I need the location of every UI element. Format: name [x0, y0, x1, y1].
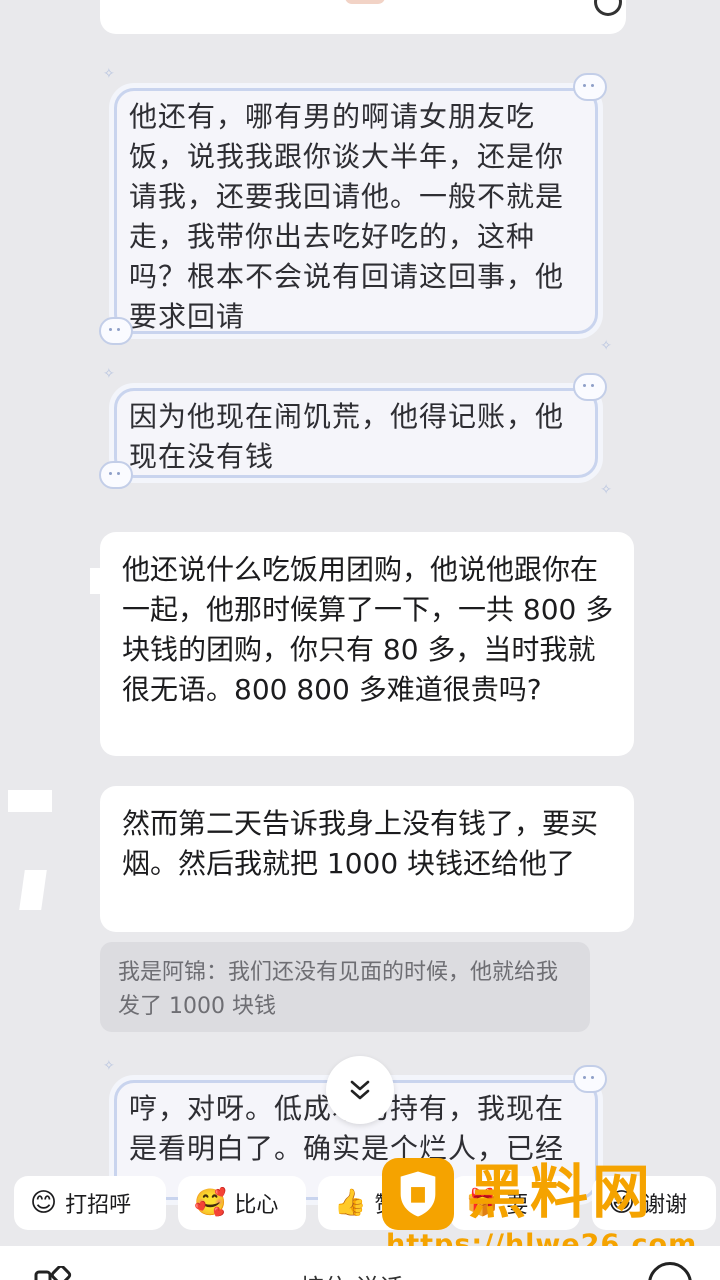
smile-emoji-icon: 😊 — [30, 1188, 58, 1218]
message-bubble-cloud[interactable]: ✧ ✧ 因为他现在闹饥荒，他得记账，他现在没有钱 — [99, 367, 612, 497]
quick-reply-greet[interactable]: 😊 打招呼 — [14, 1176, 166, 1230]
image-artifact — [19, 870, 47, 910]
message-bubble-cloud[interactable]: ✧ ✧ 他还有，哪有男的啊请女朋友吃饭，说我我跟你谈大半年，还是你请我，还要我回… — [99, 67, 612, 353]
cloud-deco-icon — [99, 317, 133, 345]
cloud-deco-icon — [573, 1065, 607, 1093]
image-artifact — [90, 568, 100, 594]
heart-emoji-icon: 🥰 — [194, 1188, 227, 1218]
input-bar: 按住 说话 — [0, 1246, 720, 1280]
double-chevron-down-icon — [350, 1080, 370, 1100]
sparkle-icon: ✧ — [600, 482, 613, 498]
message-bubble[interactable]: 然而第二天告诉我身上没有钱了，要买烟。然后我就把 1000 块钱还给他了 — [100, 786, 634, 932]
sparkle-icon: ✧ — [103, 366, 116, 382]
quick-reply-heart[interactable]: 🥰 比心 — [178, 1176, 306, 1230]
message-bubble[interactable]: 他还说什么吃饭用团购，他说他跟你在一起，他那时候算了一下，一共 800 多块钱的… — [100, 532, 634, 756]
more-options-icon[interactable] — [648, 1262, 692, 1280]
watermark-brand: 黑料网 — [468, 1158, 655, 1226]
message-text: 他还说什么吃饭用团购，他说他跟你在一起，他那时候算了一下，一共 800 多块钱的… — [122, 553, 614, 706]
image-artifact — [8, 790, 52, 812]
chat-screen: ✧ ✧ 他还有，哪有男的啊请女朋友吃饭，说我我跟你谈大半年，还是你请我，还要我回… — [0, 0, 720, 1280]
quick-reply-label: 打招呼 — [65, 1193, 132, 1218]
previous-sticker-fragment — [345, 0, 385, 4]
quick-reply-label: 比心 — [234, 1193, 279, 1218]
scroll-to-bottom-button[interactable] — [326, 1056, 394, 1124]
thumbs-up-icon: 👍 — [334, 1188, 367, 1218]
quoted-reply[interactable]: 我是阿锦：我们还没有见面的时候，他就给我发了 1000 块钱 — [100, 942, 590, 1032]
message-text: 他还有，哪有男的啊请女朋友吃饭，说我我跟你谈大半年，还是你请我，还要我回请他。一… — [129, 100, 565, 333]
sparkle-icon: ✧ — [103, 1058, 116, 1074]
cloud-deco-icon — [99, 461, 133, 489]
hold-to-talk-button[interactable]: 按住 说话 — [300, 1268, 404, 1280]
sparkle-icon: ✧ — [600, 338, 613, 354]
emoji-panel-icon[interactable] — [34, 1266, 74, 1280]
sparkle-icon: ✧ — [103, 66, 116, 82]
message-text: 因为他现在闹饥荒，他得记账，他现在没有钱 — [129, 400, 565, 473]
cloud-deco-icon — [573, 373, 607, 401]
quote-text: 我是阿锦：我们还没有见面的时候，他就给我发了 1000 块钱 — [118, 960, 559, 1019]
previous-message-bubble — [100, 0, 626, 34]
message-text: 然而第二天告诉我身上没有钱了，要买烟。然后我就把 1000 块钱还给他了 — [122, 807, 599, 880]
status-icon — [594, 0, 622, 16]
watermark-logo-icon — [382, 1158, 454, 1230]
cloud-deco-icon — [573, 73, 607, 101]
